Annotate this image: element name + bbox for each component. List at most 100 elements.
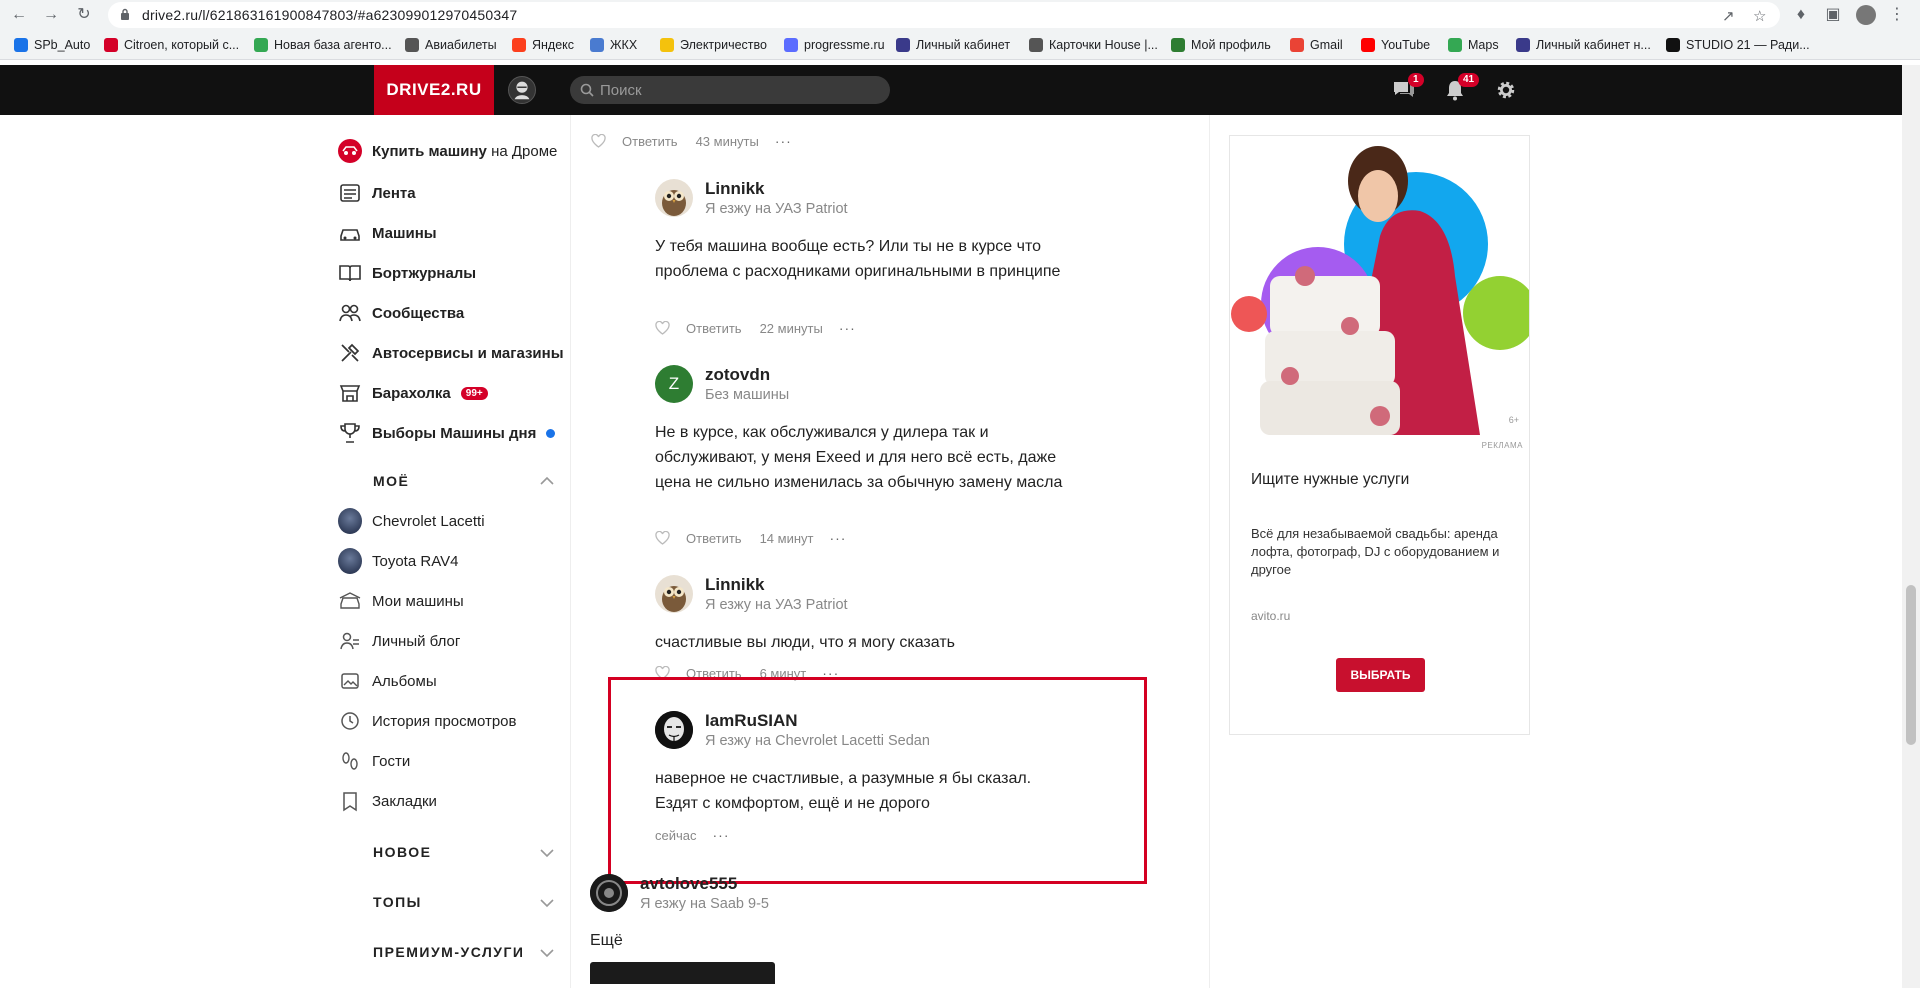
section-tops[interactable]: ТОПЫ (373, 894, 422, 910)
chevron-up-icon[interactable] (540, 476, 554, 486)
sidebar-item[interactable]: Автосервисы и магазины (338, 341, 564, 365)
bookmark-label: Электричество (680, 38, 767, 52)
sidebar-buy-car[interactable]: Купить машину на Дроме (338, 139, 557, 163)
address-bar[interactable]: drive2.ru/l/621863161900847803/#a6230990… (108, 2, 1780, 28)
comment-car[interactable]: Я езжу на УАЗ Patriot (705, 201, 848, 217)
sidebar-mine-item[interactable]: История просмотров (338, 709, 517, 733)
sidebar-item-label: Мои машины (372, 592, 464, 610)
comment: Z zotovdn Без машины Не в курсе, как обс… (655, 365, 1115, 546)
sidebar-mine-item[interactable]: Альбомы (338, 669, 437, 693)
owl-avatar[interactable] (655, 575, 693, 613)
sidebar-item[interactable]: Бортжурналы (338, 261, 476, 285)
bookmark-item[interactable]: Яндекс (512, 38, 574, 52)
sidebar-item[interactable]: Машины (338, 221, 437, 245)
ad-choose-button[interactable]: ВЫБРАТЬ (1336, 658, 1425, 692)
ad-title[interactable]: Ищите нужные услуги (1251, 471, 1409, 489)
ad-domain[interactable]: avito.ru (1251, 609, 1290, 623)
car-photo-icon (338, 508, 362, 534)
book-icon (338, 261, 362, 285)
bookmark-label: STUDIO 21 — Ради... (1686, 38, 1810, 52)
comment-car[interactable]: Я езжу на Saab 9-5 (640, 896, 769, 912)
gear-icon[interactable] (1494, 79, 1518, 101)
search-input[interactable]: Поиск (570, 76, 890, 104)
reload-icon[interactable]: ↻ (75, 6, 93, 24)
bookmark-favicon-icon (1516, 38, 1530, 52)
bookmark-item[interactable]: progressme.ru (784, 38, 885, 52)
avatar[interactable] (590, 874, 628, 912)
chevron-down-icon[interactable] (540, 848, 554, 858)
bookmark-item[interactable]: Личный кабинет (896, 38, 1010, 52)
heart-icon[interactable] (591, 134, 606, 148)
bookmark-item[interactable]: ЖКХ (590, 38, 637, 52)
back-icon[interactable]: ← (10, 6, 28, 24)
comment-author[interactable]: Linnikk (705, 575, 765, 595)
user-avatar[interactable] (508, 76, 536, 104)
site-logo[interactable]: DRIVE2.RU (374, 65, 494, 115)
extensions-icon[interactable]: ♦ (1792, 6, 1810, 24)
bookmark-item[interactable]: Maps (1448, 38, 1499, 52)
more-icon[interactable]: ··· (839, 320, 856, 336)
sidebar-item[interactable]: Выборы Машины дня (338, 421, 556, 445)
reply-button[interactable]: Ответить (686, 321, 742, 336)
comment: Linnikk Я езжу на УАЗ Patriot У тебя маш… (655, 179, 1115, 339)
reply-button[interactable]: Ответить (622, 134, 678, 149)
avatar[interactable]: Z (655, 365, 693, 403)
bookmark-favicon-icon (1029, 38, 1043, 52)
comment-author[interactable]: zotovdn (705, 365, 770, 385)
shop-icon (338, 381, 362, 405)
heart-icon[interactable] (655, 531, 670, 545)
sidebar-mine-item[interactable]: Toyota RAV4 (338, 548, 458, 574)
bookmark-label: ЖКХ (610, 38, 638, 52)
share-icon[interactable]: ↗ (1722, 7, 1735, 25)
forward-icon[interactable]: → (42, 6, 60, 24)
bookmark-item[interactable]: SPb_Auto (14, 38, 90, 52)
sidebar-mine-item[interactable]: Мои машины (338, 589, 464, 613)
sidebar-mine-item[interactable]: Закладки (338, 789, 437, 813)
chevron-down-icon[interactable] (540, 898, 554, 908)
comment-author[interactable]: avtolove555 (640, 874, 737, 894)
comment-car[interactable]: Я езжу на УАЗ Patriot (705, 597, 848, 613)
bookmark-item[interactable]: YouTube (1361, 38, 1430, 52)
section-new[interactable]: НОВОЕ (373, 844, 432, 860)
owl-avatar[interactable] (655, 179, 693, 217)
sidebar-item[interactable]: Лента (338, 181, 416, 205)
ad-image[interactable]: 6+ (1230, 136, 1529, 435)
chevron-down-icon[interactable] (540, 948, 554, 958)
scrollbar-thumb[interactable] (1906, 585, 1916, 745)
sidebar-mine-item[interactable]: Chevrolet Lacetti (338, 508, 485, 534)
reply-button[interactable]: Ответить (686, 531, 742, 546)
comment: Linnikk Я езжу на УАЗ Patriot счастливые… (655, 575, 1115, 681)
bookmark-item[interactable]: Личный кабинет н... (1516, 38, 1651, 52)
bookmark-item[interactable]: Новая база агенто... (254, 38, 392, 52)
heart-icon[interactable] (655, 321, 670, 335)
ad-block[interactable]: 6+ РЕКЛАМА Ищите нужные услуги Всё для н… (1229, 135, 1530, 735)
bookmark-item[interactable]: Электричество (660, 38, 767, 52)
section-mine[interactable]: МОЁ (373, 473, 409, 489)
bookmark-item[interactable]: Авиабилеты (405, 38, 497, 52)
bookmark-item[interactable]: STUDIO 21 — Ради... (1666, 38, 1810, 52)
sidebar-mine-item[interactable]: Гости (338, 749, 410, 773)
notifications-badge: 41 (1458, 73, 1480, 87)
sidebar-item[interactable]: Сообщества (338, 301, 464, 325)
star-icon[interactable]: ☆ (1753, 7, 1766, 25)
profile-avatar[interactable] (1856, 5, 1876, 25)
menu-icon[interactable]: ⋮ (1888, 6, 1906, 24)
garage-icon (338, 589, 362, 613)
scrollbar[interactable] (1902, 65, 1920, 988)
section-premium[interactable]: ПРЕМИУМ-УСЛУГИ (373, 944, 525, 960)
sidebar-mine-item[interactable]: Личный блог (338, 629, 460, 653)
sidepanel-icon[interactable]: ▣ (1824, 6, 1842, 24)
bookmark-label: Карточки House |... (1049, 38, 1158, 52)
bookmark-item[interactable]: Мой профиль (1171, 38, 1271, 52)
bookmark-item[interactable]: Карточки House |... (1029, 38, 1158, 52)
albums-icon (338, 669, 362, 693)
people-icon (338, 301, 362, 325)
bookmark-item[interactable]: Citroen, который с... (104, 38, 239, 52)
attached-screenshot[interactable] (590, 962, 775, 984)
sidebar-item[interactable]: Барахолка 99+ (338, 381, 488, 405)
more-icon[interactable]: ··· (775, 133, 792, 149)
comment-author[interactable]: Linnikk (705, 179, 765, 199)
more-icon[interactable]: ··· (829, 530, 846, 546)
bookmark-favicon-icon (512, 38, 526, 52)
bookmark-item[interactable]: Gmail (1290, 38, 1343, 52)
